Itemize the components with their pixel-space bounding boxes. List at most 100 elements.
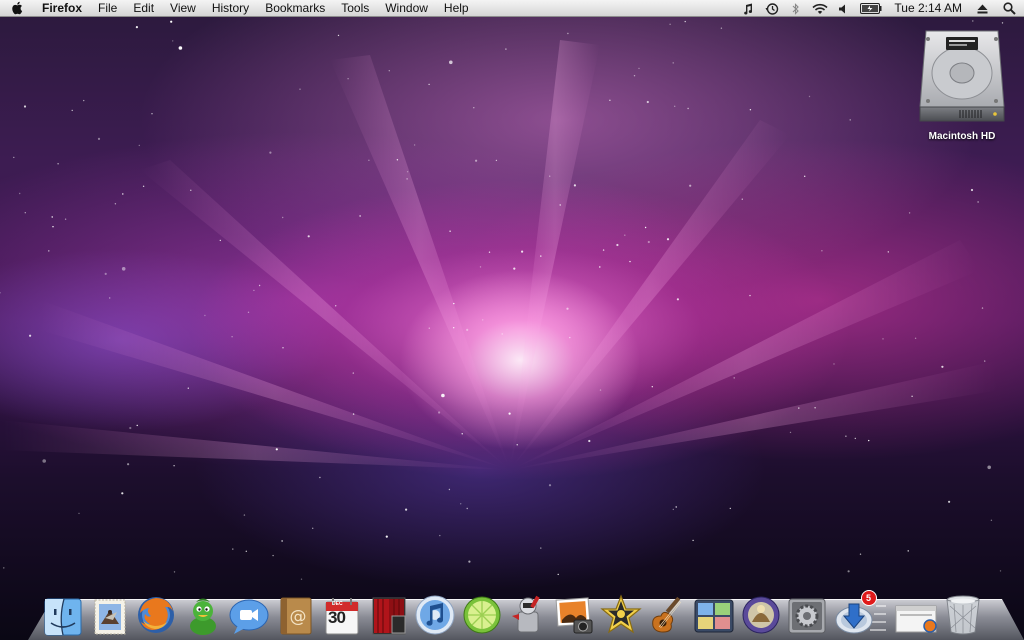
star (508, 412, 511, 415)
dock-app-dictionary[interactable] (738, 590, 784, 636)
star (368, 159, 370, 161)
dock-app-firefox[interactable] (133, 590, 179, 636)
dock-app-mail[interactable] (87, 590, 133, 636)
dock-app-ichat[interactable] (226, 590, 272, 636)
battery-icon[interactable] (856, 0, 886, 17)
star (24, 212, 26, 214)
dock-app-system-preferences[interactable] (784, 590, 830, 636)
star (48, 250, 50, 252)
dock-app-ical[interactable]: DEC 30 (319, 590, 365, 636)
menu-view[interactable]: View (162, 0, 204, 17)
star (972, 20, 974, 22)
trash-icon (945, 595, 980, 635)
star (453, 302, 455, 305)
star (97, 137, 101, 140)
dock-app-limewire[interactable] (459, 590, 505, 636)
star (981, 307, 984, 309)
star (388, 70, 390, 72)
dock-app-iphoto[interactable] (552, 590, 598, 636)
firefox-icon (138, 597, 174, 633)
dock-app-spaces[interactable] (691, 590, 737, 636)
star (633, 75, 636, 77)
star (232, 548, 234, 550)
star (253, 289, 255, 292)
volume-icon[interactable] (832, 0, 856, 17)
star (190, 189, 192, 191)
menu-file[interactable]: File (90, 0, 125, 17)
time-machine-icon[interactable] (760, 0, 784, 17)
itunes-note-icon[interactable] (736, 0, 760, 17)
star (204, 314, 206, 317)
update-count-badge: 5 (860, 590, 877, 606)
itunes-icon (415, 595, 455, 635)
apple-menu-icon[interactable] (0, 0, 34, 17)
dock-trash[interactable] (940, 590, 986, 636)
star (1001, 22, 1004, 24)
star (977, 201, 979, 203)
star (449, 230, 451, 232)
dock-app-imovie[interactable] (598, 590, 644, 636)
star (0, 292, 1, 294)
star (282, 347, 284, 349)
star (616, 243, 619, 247)
eject-icon[interactable] (970, 0, 994, 17)
star (692, 539, 694, 542)
star (557, 573, 559, 576)
star (845, 435, 847, 437)
wifi-icon[interactable] (808, 0, 832, 17)
dock-app-software-update[interactable]: 5 (831, 590, 877, 636)
star (675, 506, 677, 508)
dock-app-garageband[interactable] (645, 590, 691, 636)
star (941, 365, 944, 368)
star (396, 159, 399, 161)
star (428, 83, 430, 86)
spotlight-icon[interactable] (994, 0, 1024, 17)
menu-window[interactable]: Window (377, 0, 436, 17)
dock-app-front-row[interactable] (366, 590, 412, 636)
star (567, 32, 569, 35)
menu-clock[interactable]: Tue 2:14 AM (886, 0, 970, 17)
menu-bar: Firefox File Edit View History Bookmarks… (0, 0, 1024, 17)
desktop-icon-label: Macintosh HD (928, 131, 996, 142)
star (814, 407, 816, 409)
menu-bookmarks[interactable]: Bookmarks (257, 0, 333, 17)
dock-app-automator[interactable] (505, 590, 551, 636)
star (272, 554, 274, 557)
star (245, 550, 247, 552)
star (121, 492, 124, 495)
star (473, 107, 475, 109)
menu-history[interactable]: History (204, 0, 257, 17)
menu-app-firefox[interactable]: Firefox (34, 0, 90, 17)
imovie-icon (600, 594, 642, 634)
star (319, 476, 321, 479)
finder-icon (44, 598, 82, 636)
menu-edit[interactable]: Edit (125, 0, 162, 17)
star (573, 184, 577, 187)
ichat-icon (229, 599, 269, 634)
dock-minimized-firefox-window[interactable] (893, 590, 939, 636)
star (687, 107, 689, 110)
dock-app-adium[interactable] (180, 590, 226, 636)
star (647, 240, 650, 244)
bluetooth-icon[interactable] (784, 0, 808, 17)
star (466, 507, 468, 510)
dock-app-finder[interactable] (40, 590, 86, 636)
menu-help[interactable]: Help (436, 0, 477, 17)
star (122, 193, 124, 195)
star (833, 363, 835, 365)
desktop-icon-macintosh-hd[interactable]: Macintosh HD (908, 27, 1016, 155)
star (672, 62, 674, 64)
star (599, 389, 602, 391)
address-book-icon: @ (280, 597, 311, 635)
limewire-icon (463, 596, 500, 634)
star (540, 547, 542, 549)
star (138, 144, 140, 147)
star (453, 327, 455, 329)
menu-tools[interactable]: Tools (333, 0, 377, 17)
dock-app-address-book[interactable]: @ (273, 590, 319, 636)
star (646, 100, 649, 104)
dock-app-itunes[interactable] (412, 590, 458, 636)
star (127, 463, 130, 466)
star (907, 550, 909, 552)
star (359, 215, 361, 217)
